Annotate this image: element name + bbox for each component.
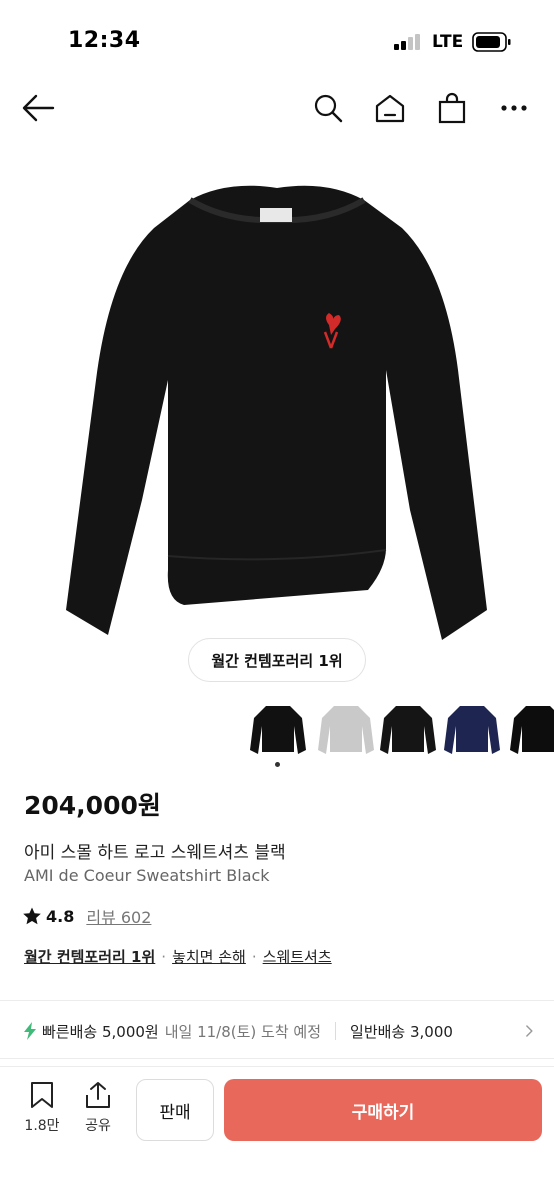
tag-link[interactable]: 월간 컨템포러리 1위 [24,946,155,967]
fast-shipping-date: 내일 11/8(토) 도착 예정 [164,1022,322,1041]
signal-icon [394,34,420,50]
status-bar: 12:34 LTE [0,0,554,80]
share-button[interactable]: 공유 [76,1081,120,1141]
sell-button[interactable]: 판매 [136,1079,214,1141]
network-type: LTE [432,32,464,52]
product-hero-image[interactable] [50,170,504,650]
tag-link[interactable]: 놓치면 손해 [172,946,246,967]
product-name-en: AMI de Coeur Sweatshirt Black [24,866,270,885]
normal-shipping-label: 일반배송 3,000 [350,1022,453,1041]
battery-icon [472,32,511,52]
shipping-divider [335,1022,337,1040]
save-button[interactable]: 1.8만 [20,1081,64,1141]
color-thumbnail[interactable] [508,700,554,758]
top-nav-bar [0,80,554,136]
star-icon [23,907,41,925]
bookmark-icon [31,1082,53,1108]
share-label: 공유 [85,1118,111,1134]
home-icon[interactable] [372,90,408,126]
bottom-action-bar: 1.8만 공유 판매 구매하기 [0,1066,554,1200]
shipping-row[interactable]: 빠른배송 5,000원 내일 11/8(토) 도착 예정 일반배송 3,000 [22,1016,554,1046]
chevron-right-icon[interactable] [520,1020,534,1042]
color-thumbnail[interactable] [316,700,376,758]
tag-separator: · [161,947,167,966]
lightning-bolt-icon [24,1022,36,1040]
color-thumbnail[interactable] [442,700,502,758]
color-thumbnail[interactable] [248,700,308,758]
divider [0,1058,554,1059]
product-name-ko: 아미 스몰 하트 로고 스웨트셔츠 블랙 [24,843,286,863]
color-thumbnails [246,700,554,760]
status-time: 12:34 [68,28,141,53]
search-icon[interactable] [310,90,346,126]
carousel-indicator-dot [275,762,280,767]
tag-link[interactable]: 스웨트셔츠 [263,946,332,967]
share-icon [86,1082,110,1108]
rating-row: 4.8 리뷰 602 [22,904,151,928]
divider [0,1000,554,1001]
fast-shipping-label: 빠른배송 5,000원 [42,1022,159,1041]
tag-separator: · [251,947,257,966]
review-count-link[interactable]: 리뷰 602 [86,904,151,928]
rating-value: 4.8 [46,906,75,926]
back-arrow-icon[interactable] [20,90,56,126]
buy-button[interactable]: 구매하기 [224,1079,542,1141]
shopping-bag-icon[interactable] [434,90,470,126]
more-horizontal-icon[interactable] [496,90,532,126]
product-price: 204,000원 [24,791,161,820]
save-count: 1.8만 [24,1118,60,1134]
tags-row: 월간 컨템포러리 1위 · 놓치면 손해 · 스웨트셔츠 [24,946,332,967]
color-thumbnail[interactable] [378,700,438,758]
ranking-badge[interactable]: 월간 컨템포러리 1위 [188,638,366,682]
